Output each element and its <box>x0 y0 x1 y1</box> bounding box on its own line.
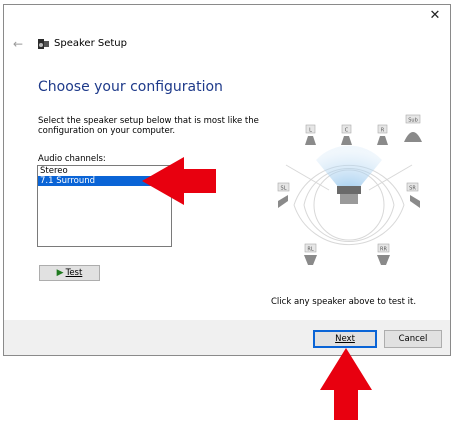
close-button[interactable]: ✕ <box>426 7 444 25</box>
test-button-label: Test <box>65 268 83 278</box>
page-title: Choose your configuration <box>38 79 223 95</box>
speaker-setup-icon <box>38 39 49 49</box>
speaker-label-rear-right: RR <box>380 247 387 253</box>
annotation-arrow-up-icon <box>320 348 372 420</box>
speaker-label-center: C <box>345 128 349 134</box>
play-icon: ▶ <box>56 268 64 278</box>
speaker-label-side-right: SR <box>409 186 416 192</box>
speaker-label-rear-left: RL <box>307 247 313 253</box>
back-arrow-icon[interactable]: ← <box>10 36 26 52</box>
speaker-label-subwoofer: Sub <box>408 118 418 124</box>
test-button[interactable]: ▶ Test <box>39 265 100 281</box>
speaker-test-hint: Click any speaker above to test it. <box>271 297 417 307</box>
speaker-label-front-right: R <box>381 128 385 134</box>
cancel-button[interactable]: Cancel <box>384 330 442 348</box>
window-title: Speaker Setup <box>54 38 127 49</box>
audio-channels-label: Audio channels: <box>38 154 106 164</box>
speaker-setup-dialog: ✕ ← Speaker Setup Choose your configurat… <box>3 4 451 356</box>
speaker-label-side-left: SL <box>281 186 287 192</box>
page-description: Select the speaker setup below that is m… <box>38 116 259 136</box>
listener-icon <box>337 186 361 204</box>
speaker-layout-diagram: L C R Sub SL SR RL RR <box>277 114 422 265</box>
speaker-label-front-left: L <box>309 128 312 134</box>
dialog-footer: Next Cancel <box>4 320 450 355</box>
annotation-arrow-left-icon <box>142 157 216 205</box>
